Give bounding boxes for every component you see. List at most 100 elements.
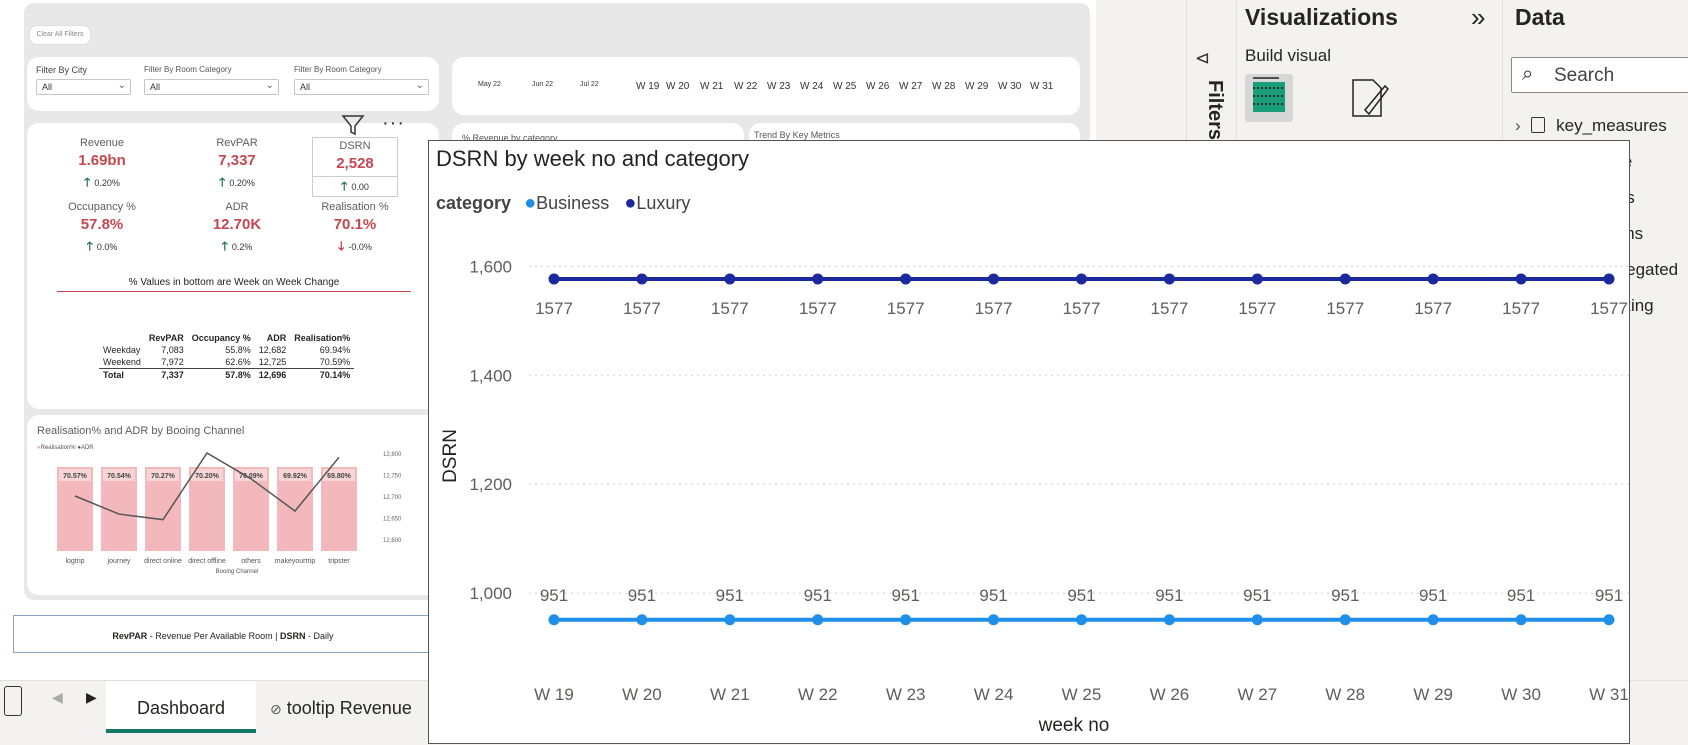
- chevron-down-icon: ⌄: [117, 80, 126, 91]
- date-slicer-item[interactable]: W 23: [767, 81, 790, 92]
- arrow-down-icon: 🡓: [338, 239, 345, 253]
- data-point-luxury[interactable]: [900, 273, 912, 285]
- data-label: 1577: [975, 299, 1013, 318]
- kpi-title: ADR: [225, 201, 249, 213]
- data-point-luxury[interactable]: [636, 273, 648, 285]
- table-cell: 12,725: [258, 357, 287, 367]
- data-label: 1577: [799, 299, 837, 318]
- x-axis-title: week no: [1038, 715, 1110, 736]
- date-slicer-item[interactable]: W 20: [666, 81, 689, 92]
- data-point-business[interactable]: [988, 614, 1000, 626]
- data-item-key-measures[interactable]: › key_measures: [1515, 116, 1667, 136]
- visualizations-title: Visualizations: [1245, 4, 1398, 30]
- data-point-luxury[interactable]: [1339, 273, 1351, 285]
- data-title: Data: [1515, 4, 1565, 30]
- table-header-cell[interactable]: Realisation%: [290, 332, 354, 344]
- x-tick-label: W 29: [1413, 685, 1453, 704]
- date-slicer-item[interactable]: Jun 22: [532, 81, 553, 88]
- table-cell: Weekend: [103, 357, 141, 367]
- date-slicer-item[interactable]: W 26: [866, 81, 889, 92]
- x-tick-label: W 20: [622, 685, 662, 704]
- channel-bar-label: 70.57%: [63, 473, 88, 480]
- table-header-cell[interactable]: ADR: [255, 332, 291, 344]
- date-slicer-item[interactable]: W 30: [998, 81, 1021, 92]
- filters-label: Filters: [1204, 80, 1226, 141]
- tab-dashboard[interactable]: Dashboard: [106, 681, 256, 733]
- filter-city-dropdown[interactable]: All ⌄: [36, 79, 131, 95]
- date-slicer-item[interactable]: W 19: [636, 81, 659, 92]
- data-point-business[interactable]: [548, 614, 560, 626]
- data-point-luxury[interactable]: [1163, 273, 1175, 285]
- data-point-business[interactable]: [1251, 614, 1263, 626]
- date-slicer-item[interactable]: W 29: [965, 81, 988, 92]
- x-tick-label: W 22: [798, 685, 838, 704]
- date-slicer-item[interactable]: W 31: [1030, 81, 1053, 92]
- phone-layout-icon[interactable]: [4, 686, 22, 716]
- arrow-up-icon: 🡑: [221, 239, 228, 253]
- date-slicer-item[interactable]: W 21: [700, 81, 723, 92]
- data-point-luxury[interactable]: [1515, 273, 1527, 285]
- data-point-luxury[interactable]: [724, 273, 736, 285]
- data-point-luxury[interactable]: [812, 273, 824, 285]
- table-header-cell[interactable]: [99, 332, 145, 344]
- build-visual-icon[interactable]: [1245, 74, 1293, 122]
- data-point-business[interactable]: [724, 614, 736, 626]
- date-slicer-item[interactable]: W 28: [932, 81, 955, 92]
- data-point-luxury[interactable]: [1251, 273, 1263, 285]
- visualizations-pane: Visualizations » Build visual: [1236, 0, 1502, 140]
- filter-room-category-dropdown[interactable]: All ⌄: [144, 79, 279, 95]
- data-point-business[interactable]: [900, 614, 912, 626]
- kpi-title: Revenue: [79, 137, 125, 149]
- next-page-icon[interactable]: ▶: [86, 689, 97, 706]
- expand-pane-icon[interactable]: »: [1471, 2, 1485, 33]
- data-point-business[interactable]: [1603, 614, 1615, 626]
- data-point-business[interactable]: [1076, 614, 1087, 626]
- filter-room-category-2-dropdown[interactable]: All ⌄: [294, 79, 429, 95]
- data-point-business[interactable]: [1427, 614, 1439, 626]
- data-point-business[interactable]: [1163, 614, 1175, 626]
- metrics-table: RevPAR Occupancy % ADR Realisation% Weekday 7…: [99, 332, 355, 381]
- data-point-luxury[interactable]: [1603, 273, 1615, 285]
- x-tick-label: W 28: [1325, 685, 1365, 704]
- y-tick-label: 1,200: [469, 475, 512, 494]
- kpi-change: 🡑 0.0%: [47, 237, 157, 258]
- clear-filters-button[interactable]: Clear All Filters: [29, 25, 91, 45]
- date-slicer-item[interactable]: W 27: [899, 81, 922, 92]
- date-slicer-item[interactable]: W 22: [734, 81, 757, 92]
- data-point-business[interactable]: [812, 614, 824, 626]
- date-slicer-item[interactable]: W 25: [833, 81, 856, 92]
- data-search-input[interactable]: ⌕ Search: [1511, 57, 1688, 93]
- data-point-business[interactable]: [1515, 614, 1527, 626]
- channel-category-label: others: [241, 558, 261, 565]
- kpi-value: 7,337: [218, 152, 256, 169]
- date-slicer-item[interactable]: May 22: [478, 81, 501, 88]
- tab-tooltip-revenue[interactable]: ⊘ tooltip Revenue: [270, 681, 430, 733]
- kpi-title: Occupancy %: [68, 201, 136, 213]
- date-slicer-item[interactable]: W 24: [800, 81, 823, 92]
- table-header-cell[interactable]: Occupancy %: [188, 332, 255, 344]
- table-cell: Total: [103, 370, 124, 380]
- data-point-luxury[interactable]: [1427, 273, 1439, 285]
- table-header-cell[interactable]: RevPAR: [145, 332, 188, 344]
- data-point-business[interactable]: [636, 614, 648, 626]
- adr-axis-tick: 12,750: [383, 474, 402, 480]
- format-visual-icon[interactable]: [1347, 76, 1391, 120]
- data-point-luxury[interactable]: [1076, 273, 1087, 285]
- footer-text-2: - Daily: [305, 631, 334, 641]
- date-slicer-item[interactable]: Jul 22: [580, 81, 599, 88]
- table-cell: 69.94%: [319, 345, 351, 355]
- data-point-business[interactable]: [1339, 614, 1351, 626]
- data-point-luxury[interactable]: [988, 273, 1000, 285]
- data-point-luxury[interactable]: [548, 273, 560, 285]
- filter-icon[interactable]: [340, 112, 366, 138]
- dsrn-chart-popup: DSRN by week no and category category ●B…: [428, 140, 1630, 744]
- data-label: 951: [716, 586, 744, 605]
- prev-page-icon[interactable]: ◀: [52, 689, 63, 706]
- data-label: 951: [1067, 586, 1095, 605]
- more-options-icon[interactable]: ···: [382, 112, 405, 135]
- kpi-change: 🡑 0.20%: [182, 173, 292, 194]
- kpi-dsrn: DSRN 2,528 🡑 0.00: [312, 137, 398, 197]
- channel-category-label: direct online: [144, 558, 182, 565]
- y-tick-label: 1,400: [469, 366, 512, 385]
- data-label: 1577: [1326, 299, 1364, 318]
